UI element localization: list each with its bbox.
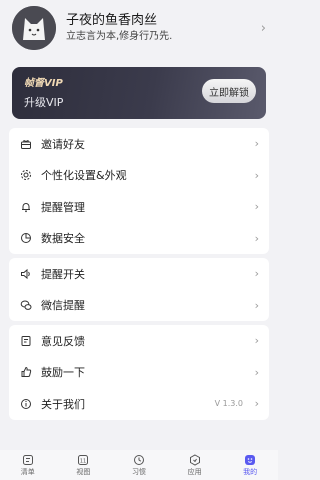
tab-view[interactable]: 11 视图	[63, 454, 103, 477]
menu-group-general: 邀请好友 › 个性化设置&外观 › 提醒管理 › 数据安全 ›	[9, 128, 269, 254]
menu-item-about-us[interactable]: 关于我们 V 1.3.0 ›	[9, 388, 269, 420]
menu-item-label: 数据安全	[41, 232, 85, 246]
bottom-tab-bar: 清单 11 视图 习惯 应用 我的	[0, 450, 278, 480]
chevron-right-icon: ›	[254, 267, 259, 281]
menu-group-notifications: 提醒开关 › 微信提醒 ›	[9, 258, 269, 321]
menu-group-about: 意见反馈 › 鼓励一下 › 关于我们 V 1.3.0 ›	[9, 325, 269, 420]
info-icon	[19, 397, 33, 411]
tab-label: 习惯	[131, 468, 146, 476]
clock-icon	[133, 454, 145, 466]
bell-icon	[19, 200, 33, 214]
thumb-icon	[19, 365, 33, 379]
avatar	[12, 6, 56, 50]
gift-icon	[19, 137, 33, 151]
calendar-icon: 11	[77, 454, 89, 466]
calendar-day-number: 11	[80, 459, 86, 465]
tab-mine[interactable]: 我的	[230, 454, 270, 477]
menu-item-reminder-switch[interactable]: 提醒开关 ›	[9, 258, 269, 290]
cat-avatar-icon	[12, 6, 56, 50]
chevron-right-icon: ›	[254, 365, 259, 379]
menu-item-label: 提醒开关	[41, 267, 85, 281]
chevron-right-icon: ›	[254, 168, 259, 182]
tab-label: 视图	[76, 468, 91, 476]
apps-icon	[189, 454, 201, 466]
version-label: V 1.3.0	[214, 399, 243, 409]
profile-motto: 立志言为本,修身行乃先.	[66, 31, 173, 42]
menu-item-wechat-reminder[interactable]: 微信提醒 ›	[9, 290, 269, 322]
vip-banner[interactable]: 帧督VIP 升级VIP 立即解锁	[12, 67, 266, 119]
profile-header[interactable]: 子夜的鱼香肉丝 立志言为本,修身行乃先. ›	[0, 0, 278, 56]
menu-item-label: 提醒管理	[41, 200, 85, 214]
unlock-button[interactable]: 立即解锁	[202, 79, 256, 103]
chevron-right-icon: ›	[260, 20, 266, 36]
speaker-icon	[19, 267, 33, 281]
tab-list[interactable]: 清单	[8, 454, 48, 477]
gear-icon	[19, 168, 33, 182]
menu-item-label: 鼓励一下	[41, 366, 85, 380]
chevron-right-icon: ›	[254, 231, 259, 245]
menu-item-label: 意见反馈	[41, 334, 85, 348]
pie-chart-icon	[19, 231, 33, 245]
edit-note-icon	[19, 334, 33, 348]
menu-item-reminders[interactable]: 提醒管理 ›	[9, 191, 269, 223]
menu-item-data-security[interactable]: 数据安全 ›	[9, 223, 269, 255]
chevron-right-icon: ›	[254, 298, 259, 312]
tab-label: 清单	[20, 468, 35, 476]
tab-label: 我的	[243, 468, 258, 476]
menu-item-encourage[interactable]: 鼓励一下 ›	[9, 357, 269, 389]
profile-name: 子夜的鱼香肉丝	[66, 13, 158, 28]
list-icon	[22, 454, 34, 466]
menu-item-label: 关于我们	[41, 397, 85, 411]
chevron-right-icon: ›	[254, 200, 259, 214]
chevron-right-icon: ›	[254, 137, 259, 151]
menu-item-label: 微信提醒	[41, 299, 85, 313]
menu-item-label: 邀请好友	[41, 137, 85, 151]
menu-item-invite[interactable]: 邀请好友 ›	[9, 128, 269, 160]
user-face-icon	[244, 454, 256, 466]
wechat-icon	[19, 298, 33, 312]
tab-label: 应用	[187, 468, 202, 476]
tab-apps[interactable]: 应用	[175, 454, 215, 477]
chevron-right-icon: ›	[254, 334, 259, 348]
chevron-right-icon: ›	[254, 397, 259, 411]
tab-habits[interactable]: 习惯	[119, 454, 159, 477]
menu-item-label: 个性化设置&外观	[41, 169, 127, 183]
menu-item-feedback[interactable]: 意见反馈 ›	[9, 325, 269, 357]
menu-item-personalize[interactable]: 个性化设置&外观 ›	[9, 160, 269, 192]
